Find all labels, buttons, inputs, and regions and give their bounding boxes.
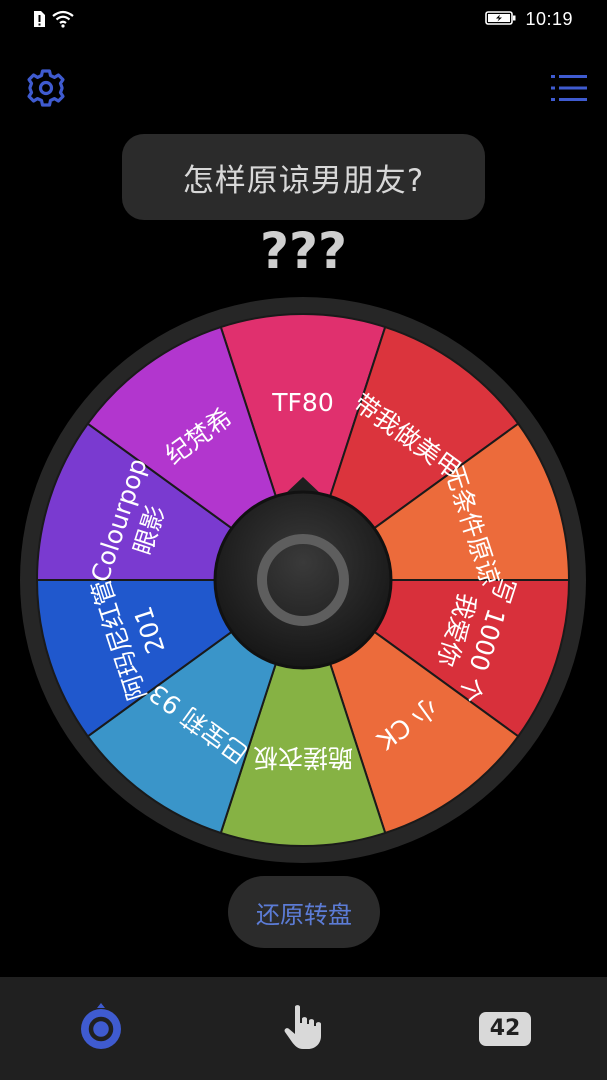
nav-tap-tab[interactable] [202, 977, 404, 1080]
nav-wheel-tab[interactable] [0, 977, 202, 1080]
bottom-nav: 42 [0, 977, 607, 1080]
list-icon [551, 74, 587, 106]
settings-button[interactable] [24, 68, 68, 112]
nav-count-tab[interactable]: 42 [404, 977, 606, 1080]
status-left [32, 10, 74, 32]
status-time: 10:19 [525, 9, 573, 29]
sim-alert-icon [32, 10, 46, 32]
result-text: ??? [259, 222, 347, 280]
status-right: 10:19 [485, 9, 573, 30]
gear-icon [26, 68, 66, 112]
spin-wheel[interactable]: TF80 带我做美甲 无条件原谅写 1000 个我爱你小 CK 跪搓衣板 巴宝莉 93 阿… [19, 296, 587, 864]
reset-wheel-button[interactable]: 还原转盘 [228, 876, 380, 948]
wifi-icon [52, 10, 74, 32]
question-title[interactable]: 怎样原谅男朋友? [122, 134, 485, 220]
knob-body [213, 490, 393, 670]
battery-charging-icon [485, 10, 517, 30]
wheel-svg[interactable]: TF80 带我做美甲无条件原谅写 1000 个我爱你小 CK跪搓衣板巴宝莉 93阿… [19, 296, 587, 864]
wheel-segment-label: 跪搓衣板 [253, 743, 353, 772]
wheel-segment-label: TF80 [271, 388, 333, 417]
menu-button[interactable] [549, 70, 589, 110]
status-bar: 10:19 [0, 0, 607, 44]
wheel-icon [79, 1002, 123, 1056]
hand-pointer-icon [281, 1003, 325, 1055]
count-badge: 42 [479, 1011, 531, 1046]
